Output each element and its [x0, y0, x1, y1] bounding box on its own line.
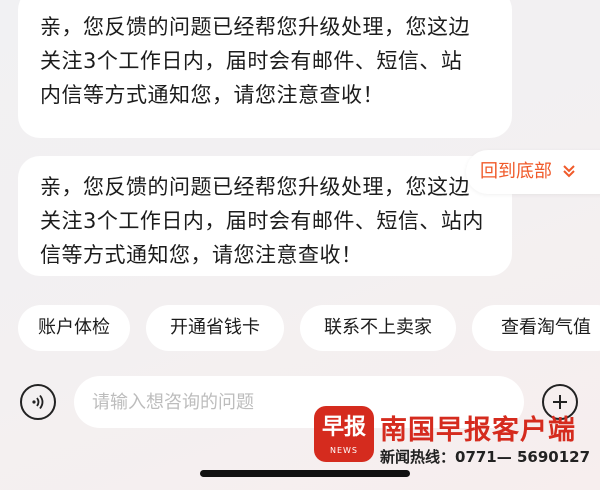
voice-icon[interactable]: [20, 384, 56, 420]
watermark-title: 南国早报客户端: [380, 415, 576, 446]
home-indicator: [200, 470, 410, 477]
back-to-bottom-label: 回到底部: [480, 161, 552, 182]
message-line: 内信等方式通知您，请您注意查收！: [40, 83, 384, 107]
quick-reply-chip[interactable]: 联系不上卖家: [300, 305, 456, 351]
newspaper-logo: 早报 NEWS: [314, 406, 374, 462]
news-watermark: 早报 NEWS 南国早报客户端 新闻热线：0771— 5690127: [312, 406, 600, 468]
quick-reply-chip[interactable]: 账户体检: [18, 305, 130, 351]
message-line: 信等方式通知您，请您注意查收！: [40, 243, 363, 267]
quick-reply-chip[interactable]: 开通省钱卡: [146, 305, 284, 351]
back-to-bottom-button[interactable]: 回到底部: [466, 150, 600, 194]
double-chevron-down-icon: [562, 165, 576, 181]
message-line: 亲，您反馈的问题已经帮您升级处理，您这边: [40, 175, 470, 199]
quick-reply-chip[interactable]: 查看淘气值: [472, 305, 600, 351]
message-line: 关注3个工作日内，届时会有邮件、短信、站内: [40, 209, 484, 233]
message-line: 关注3个工作日内，届时会有邮件、短信、站: [40, 49, 463, 73]
chat-message-bubble: 亲，您反馈的问题已经帮您升级处理，您这边 关注3个工作日内，届时会有邮件、短信、…: [18, 156, 512, 276]
chat-message-bubble: 亲，您反馈的问题已经帮您升级处理，您这边 关注3个工作日内，届时会有邮件、短信、…: [18, 0, 512, 138]
message-line: 亲，您反馈的问题已经帮您升级处理，您这边: [40, 15, 470, 39]
watermark-hotline: 新闻热线：0771— 5690127: [380, 448, 591, 466]
